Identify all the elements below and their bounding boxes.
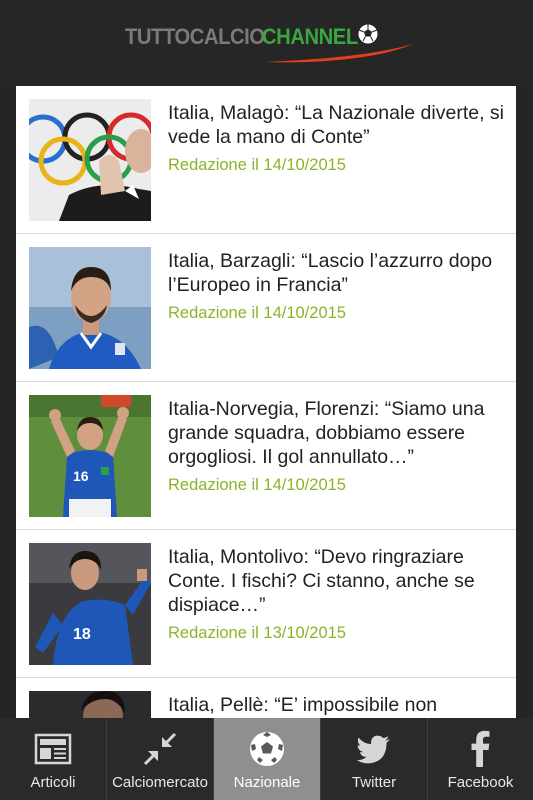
tab-facebook[interactable]: Facebook [427,718,533,800]
facebook-icon [471,730,489,767]
article-thumbnail [29,691,151,718]
app-screen: TUTTOCALCIO CHANNEL Italia, Malagò: “La … [0,0,533,800]
article-meta: Redazione il 14/10/2015 [168,156,346,174]
article-item[interactable]: Italia, Pellè: “E’ impossibile non [16,678,516,718]
article-thumbnail [29,99,151,221]
twitter-bird-icon [356,735,390,764]
article-thumbnail [29,247,151,369]
newspaper-icon [34,733,72,765]
article-item[interactable]: Italia, Malagò: “La Nazionale diverte, s… [16,86,516,234]
tab-label: Nazionale [233,774,301,791]
transfer-arrows-icon [143,732,177,766]
tab-label: Calciomercato [112,774,208,791]
article-list[interactable]: Italia, Malagò: “La Nazionale diverte, s… [16,86,516,718]
tab-twitter[interactable]: Twitter [320,718,427,800]
svg-text:18: 18 [73,626,91,643]
tab-label: Facebook [447,774,514,791]
soccer-ball-icon [250,732,284,766]
tab-label: Twitter [351,774,397,791]
bottom-tab-bar: Articoli Calciomercato Nazionale Twitter… [0,718,533,800]
article-item[interactable]: 16 Italia-Norvegia, Florenzi: “Siamo una… [16,382,516,530]
svg-text:16: 16 [73,468,89,484]
article-item[interactable]: Italia, Barzagli: “Lascio l’azzurro dopo… [16,234,516,382]
logo-text-channel: CHANNEL [262,24,358,49]
article-meta: Redazione il 13/10/2015 [168,624,346,642]
article-item[interactable]: 18 Italia, Montolivo: “Devo ringraziare … [16,530,516,678]
tab-label: Articoli [30,774,76,791]
logo-text-tuttocalcio: TUTTOCALCIO [125,24,265,49]
article-meta: Redazione il 14/10/2015 [168,476,346,494]
site-logo[interactable]: TUTTOCALCIO CHANNEL [125,14,415,64]
tab-nazionale[interactable]: Nazionale [213,718,320,800]
tab-calciomercato[interactable]: Calciomercato [106,718,213,800]
tab-articoli[interactable]: Articoli [0,718,106,800]
article-thumbnail: 18 [29,543,151,665]
article-thumbnail: 16 [29,395,151,517]
article-title: Italia, Barzagli: “Lascio l’azzurro dopo… [168,250,493,296]
logo-ball-icon [357,23,379,45]
header-bar: TUTTOCALCIO CHANNEL [0,0,533,86]
article-title: Italia, Malagò: “La Nazionale diverte, s… [168,102,505,148]
article-title: Italia, Pellè: “E’ impossibile non [168,694,438,716]
article-title: Italia, Montolivo: “Devo ringraziare Con… [168,546,475,616]
article-meta: Redazione il 14/10/2015 [168,304,346,322]
article-title: Italia-Norvegia, Florenzi: “Siamo una gr… [168,398,485,468]
